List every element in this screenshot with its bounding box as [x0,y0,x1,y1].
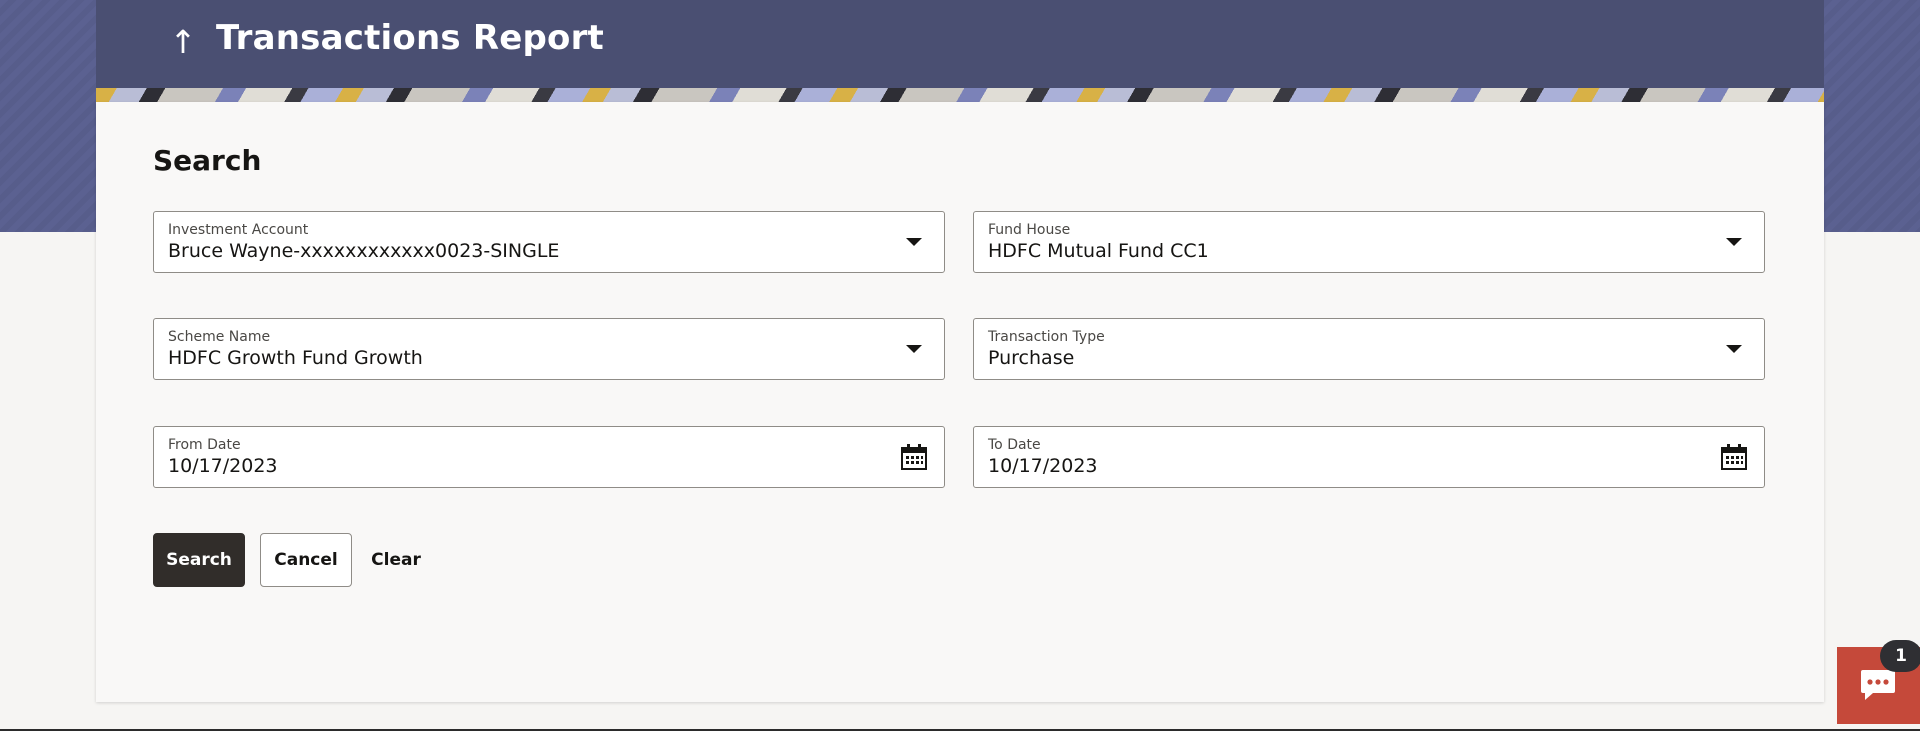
transaction-type-label: Transaction Type [988,329,1105,345]
page: ↑ Transactions Report Search Investment … [0,0,1920,731]
fund-house-label: Fund House [988,222,1071,238]
notification-badge: 1 [1880,640,1920,672]
investment-account-select[interactable]: Investment Account Bruce Wayne-xxxxxxxxx… [153,211,945,273]
section-title: Search [153,144,262,177]
page-header: ↑ Transactions Report [96,0,1824,88]
back-arrow-icon[interactable]: ↑ [168,22,198,62]
transaction-type-select[interactable]: Transaction Type Purchase [973,318,1765,380]
from-date-input[interactable]: From Date 10/17/2023 [153,426,945,488]
chevron-down-icon[interactable] [906,238,922,246]
to-date-input[interactable]: To Date 10/17/2023 [973,426,1765,488]
scheme-name-label: Scheme Name [168,329,271,345]
calendar-icon[interactable] [1720,443,1748,471]
chevron-down-icon[interactable] [1726,238,1742,246]
to-date-label: To Date [988,437,1041,453]
from-date-label: From Date [168,437,241,453]
clear-button[interactable]: Clear [366,533,426,587]
scheme-name-value: HDFC Growth Fund Growth [168,347,423,369]
fund-house-value: HDFC Mutual Fund CC1 [988,240,1209,262]
from-date-value: 10/17/2023 [168,455,278,477]
chat-bubble-icon [1861,670,1895,700]
decorative-banner-strip [96,88,1824,102]
search-card: Search Investment Account Bruce Wayne-xx… [96,102,1824,702]
chevron-down-icon[interactable] [1726,345,1742,353]
investment-account-value: Bruce Wayne-xxxxxxxxxxxx0023-SINGLE [168,240,560,262]
fund-house-select[interactable]: Fund House HDFC Mutual Fund CC1 [973,211,1765,273]
cancel-button[interactable]: Cancel [260,533,352,587]
to-date-value: 10/17/2023 [988,455,1098,477]
calendar-icon[interactable] [900,443,928,471]
search-button[interactable]: Search [153,533,245,587]
transaction-type-value: Purchase [988,347,1075,369]
page-title: Transactions Report [216,18,605,58]
investment-account-label: Investment Account [168,222,309,238]
chevron-down-icon[interactable] [906,345,922,353]
scheme-name-select[interactable]: Scheme Name HDFC Growth Fund Growth [153,318,945,380]
